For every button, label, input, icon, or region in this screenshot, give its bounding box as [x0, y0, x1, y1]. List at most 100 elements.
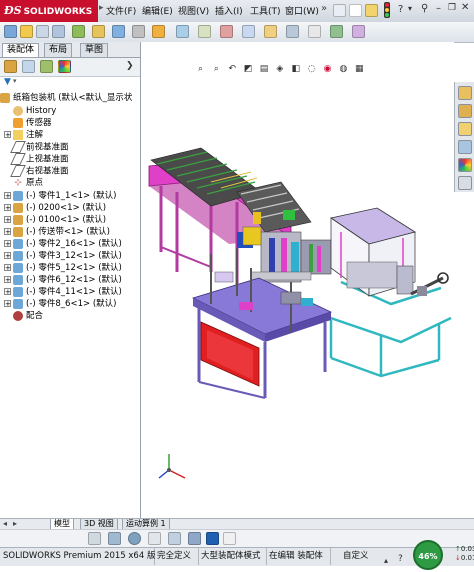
display-style-icon[interactable]: ◧ — [290, 64, 301, 75]
expand-icon[interactable]: + — [4, 288, 11, 296]
solidworks-logo[interactable]: ƉS SOLIDWORKS — [0, 0, 98, 22]
assembly-component-icon[interactable] — [72, 25, 85, 38]
tree-item-front-plane[interactable]: 前视基准面 — [4, 141, 69, 153]
save-icon[interactable] — [4, 25, 17, 38]
tree-item-component[interactable]: + (-) 零件8_6<1> (默认) — [4, 298, 116, 310]
expand-icon[interactable]: + — [4, 240, 11, 248]
undo-icon[interactable] — [36, 25, 49, 38]
view-palette-icon[interactable] — [458, 140, 472, 154]
interference-detection-icon[interactable] — [330, 25, 343, 38]
tree-item-component[interactable]: + (-) 传送带<1> (默认) — [4, 226, 110, 238]
graphics-area[interactable] — [141, 42, 454, 518]
print-icon[interactable] — [20, 25, 33, 38]
minimize-button[interactable]: – — [436, 3, 441, 14]
expand-icon[interactable]: + — [4, 276, 11, 284]
tree-item-component[interactable]: + (-) 零件1_1<1> (默认) — [4, 190, 116, 202]
pan-icon[interactable] — [148, 532, 161, 545]
menu-window[interactable]: 窗口(W) — [285, 4, 319, 17]
menu-edit[interactable]: 编辑(E) — [142, 4, 173, 17]
tree-item-history[interactable]: History — [4, 105, 56, 117]
section-view-icon[interactable]: ◩ — [243, 64, 254, 75]
menu-overflow-icon[interactable]: » — [321, 3, 327, 14]
filter-icon[interactable]: ▼ — [4, 77, 11, 87]
tab-layout[interactable]: 布局 — [44, 43, 73, 57]
menu-pin-icon[interactable]: ▸ — [99, 3, 104, 13]
tree-item-component[interactable]: + (-) 0100<1> (默认) — [4, 214, 106, 226]
dynamic-annotation-icon[interactable]: ▤ — [259, 64, 270, 75]
smart-fasteners-icon[interactable] — [152, 25, 165, 38]
open-icon[interactable] — [365, 4, 378, 17]
menu-view[interactable]: 视图(V) — [178, 4, 209, 17]
exploded-view-icon[interactable] — [308, 25, 321, 38]
expand-icon[interactable]: + — [4, 131, 11, 139]
move-component-icon[interactable] — [176, 25, 189, 38]
instant3d-icon[interactable] — [352, 25, 365, 38]
restore-button[interactable]: ❐ — [448, 3, 456, 13]
new-motion-study-icon[interactable] — [264, 25, 277, 38]
tree-item-component[interactable]: + (-) 零件4_11<1> (默认) — [4, 286, 122, 298]
tree-item-annotations[interactable]: + 注解 — [4, 129, 43, 141]
home-icon[interactable] — [333, 4, 346, 17]
previous-view-icon[interactable]: ↶ — [227, 64, 238, 75]
tree-item-right-plane[interactable]: 右视基准面 — [4, 165, 69, 177]
property-manager-icon[interactable] — [22, 60, 35, 73]
tree-item-origin[interactable]: ⊹ 原点 — [4, 177, 43, 189]
zoom-icon[interactable] — [168, 532, 181, 545]
tab-sketch[interactable]: 草图 — [80, 43, 109, 57]
view-settings-icon[interactable]: ▦ — [354, 64, 365, 75]
sheet-icon[interactable] — [223, 532, 236, 545]
help-balloon-icon[interactable]: ? — [398, 551, 403, 568]
orientation-icon[interactable] — [188, 532, 201, 545]
configuration-manager-icon[interactable] — [40, 60, 53, 73]
expand-icon[interactable]: + — [4, 204, 11, 212]
custom-properties-icon[interactable] — [458, 176, 472, 190]
cube-icon[interactable] — [108, 532, 121, 545]
panel-expand-icon[interactable]: ❯ — [126, 61, 134, 71]
resources-icon[interactable] — [458, 86, 472, 100]
design-library-icon[interactable] — [458, 104, 472, 118]
tree-item-sensors[interactable]: 传感器 — [4, 117, 52, 129]
menu-insert[interactable]: 插入(I) — [215, 4, 243, 17]
appearances-icon[interactable] — [458, 158, 472, 172]
new-icon[interactable] — [349, 4, 362, 17]
expand-icon[interactable]: + — [4, 252, 11, 260]
zoom-fit-icon[interactable]: ⌕ — [195, 64, 206, 75]
expand-icon[interactable]: + — [4, 300, 11, 308]
help-dropdown-icon[interactable]: ▾ — [408, 4, 412, 13]
menu-tools[interactable]: 工具(T) — [250, 4, 281, 17]
search-icon[interactable]: ⚲ — [421, 3, 428, 14]
expand-icon[interactable]: + — [4, 264, 11, 272]
tree-item-component[interactable]: + (-) 零件5_12<1> (默认) — [4, 262, 122, 274]
expand-icon[interactable]: + — [4, 216, 11, 224]
tree-item-component[interactable]: + (-) 零件3_12<1> (默认) — [4, 250, 122, 262]
file-explorer-icon[interactable] — [458, 122, 472, 136]
mate-icon[interactable] — [112, 25, 125, 38]
save-view-icon[interactable] — [206, 532, 219, 545]
assembly-features-icon[interactable] — [220, 25, 233, 38]
appearance-icon[interactable]: ◉ — [322, 64, 333, 75]
expand-icon[interactable]: + — [4, 228, 11, 236]
tree-root[interactable]: 纸箱包装机 (默认<默认_显示状 — [0, 92, 132, 104]
tree-item-top-plane[interactable]: 上视基准面 — [4, 153, 69, 165]
show-hidden-icon[interactable] — [198, 25, 211, 38]
hide-show-icon[interactable]: ◌ — [306, 64, 317, 75]
expand-icon[interactable]: + — [4, 192, 11, 200]
bill-of-materials-icon[interactable] — [286, 25, 299, 38]
view-orientation-icon[interactable]: ◈ — [274, 64, 285, 75]
close-button[interactable]: ✕ — [461, 2, 469, 13]
rotate-icon[interactable] — [128, 532, 141, 545]
display-manager-icon[interactable] — [58, 60, 71, 73]
tree-item-component[interactable]: + (-) 零件2_16<1> (默认) — [4, 238, 122, 250]
select-icon[interactable] — [52, 25, 65, 38]
view-icon[interactable] — [88, 532, 101, 545]
tab-scroll-right-icon[interactable]: ▸ — [13, 519, 17, 528]
menu-file[interactable]: 文件(F) — [106, 4, 136, 17]
tab-scroll-left-icon[interactable]: ◂ — [3, 519, 7, 528]
insert-component-icon[interactable] — [92, 25, 105, 38]
tree-item-component[interactable]: + (-) 零件6_12<1> (默认) — [4, 274, 122, 286]
feature-manager-icon[interactable] — [4, 60, 17, 73]
filter-dropdown-icon[interactable]: ▾ — [13, 77, 17, 85]
tree-item-component[interactable]: + (-) 0200<1> (默认) — [4, 202, 106, 214]
linear-pattern-icon[interactable] — [132, 25, 145, 38]
tree-item-mates[interactable]: 配合 — [4, 310, 43, 322]
